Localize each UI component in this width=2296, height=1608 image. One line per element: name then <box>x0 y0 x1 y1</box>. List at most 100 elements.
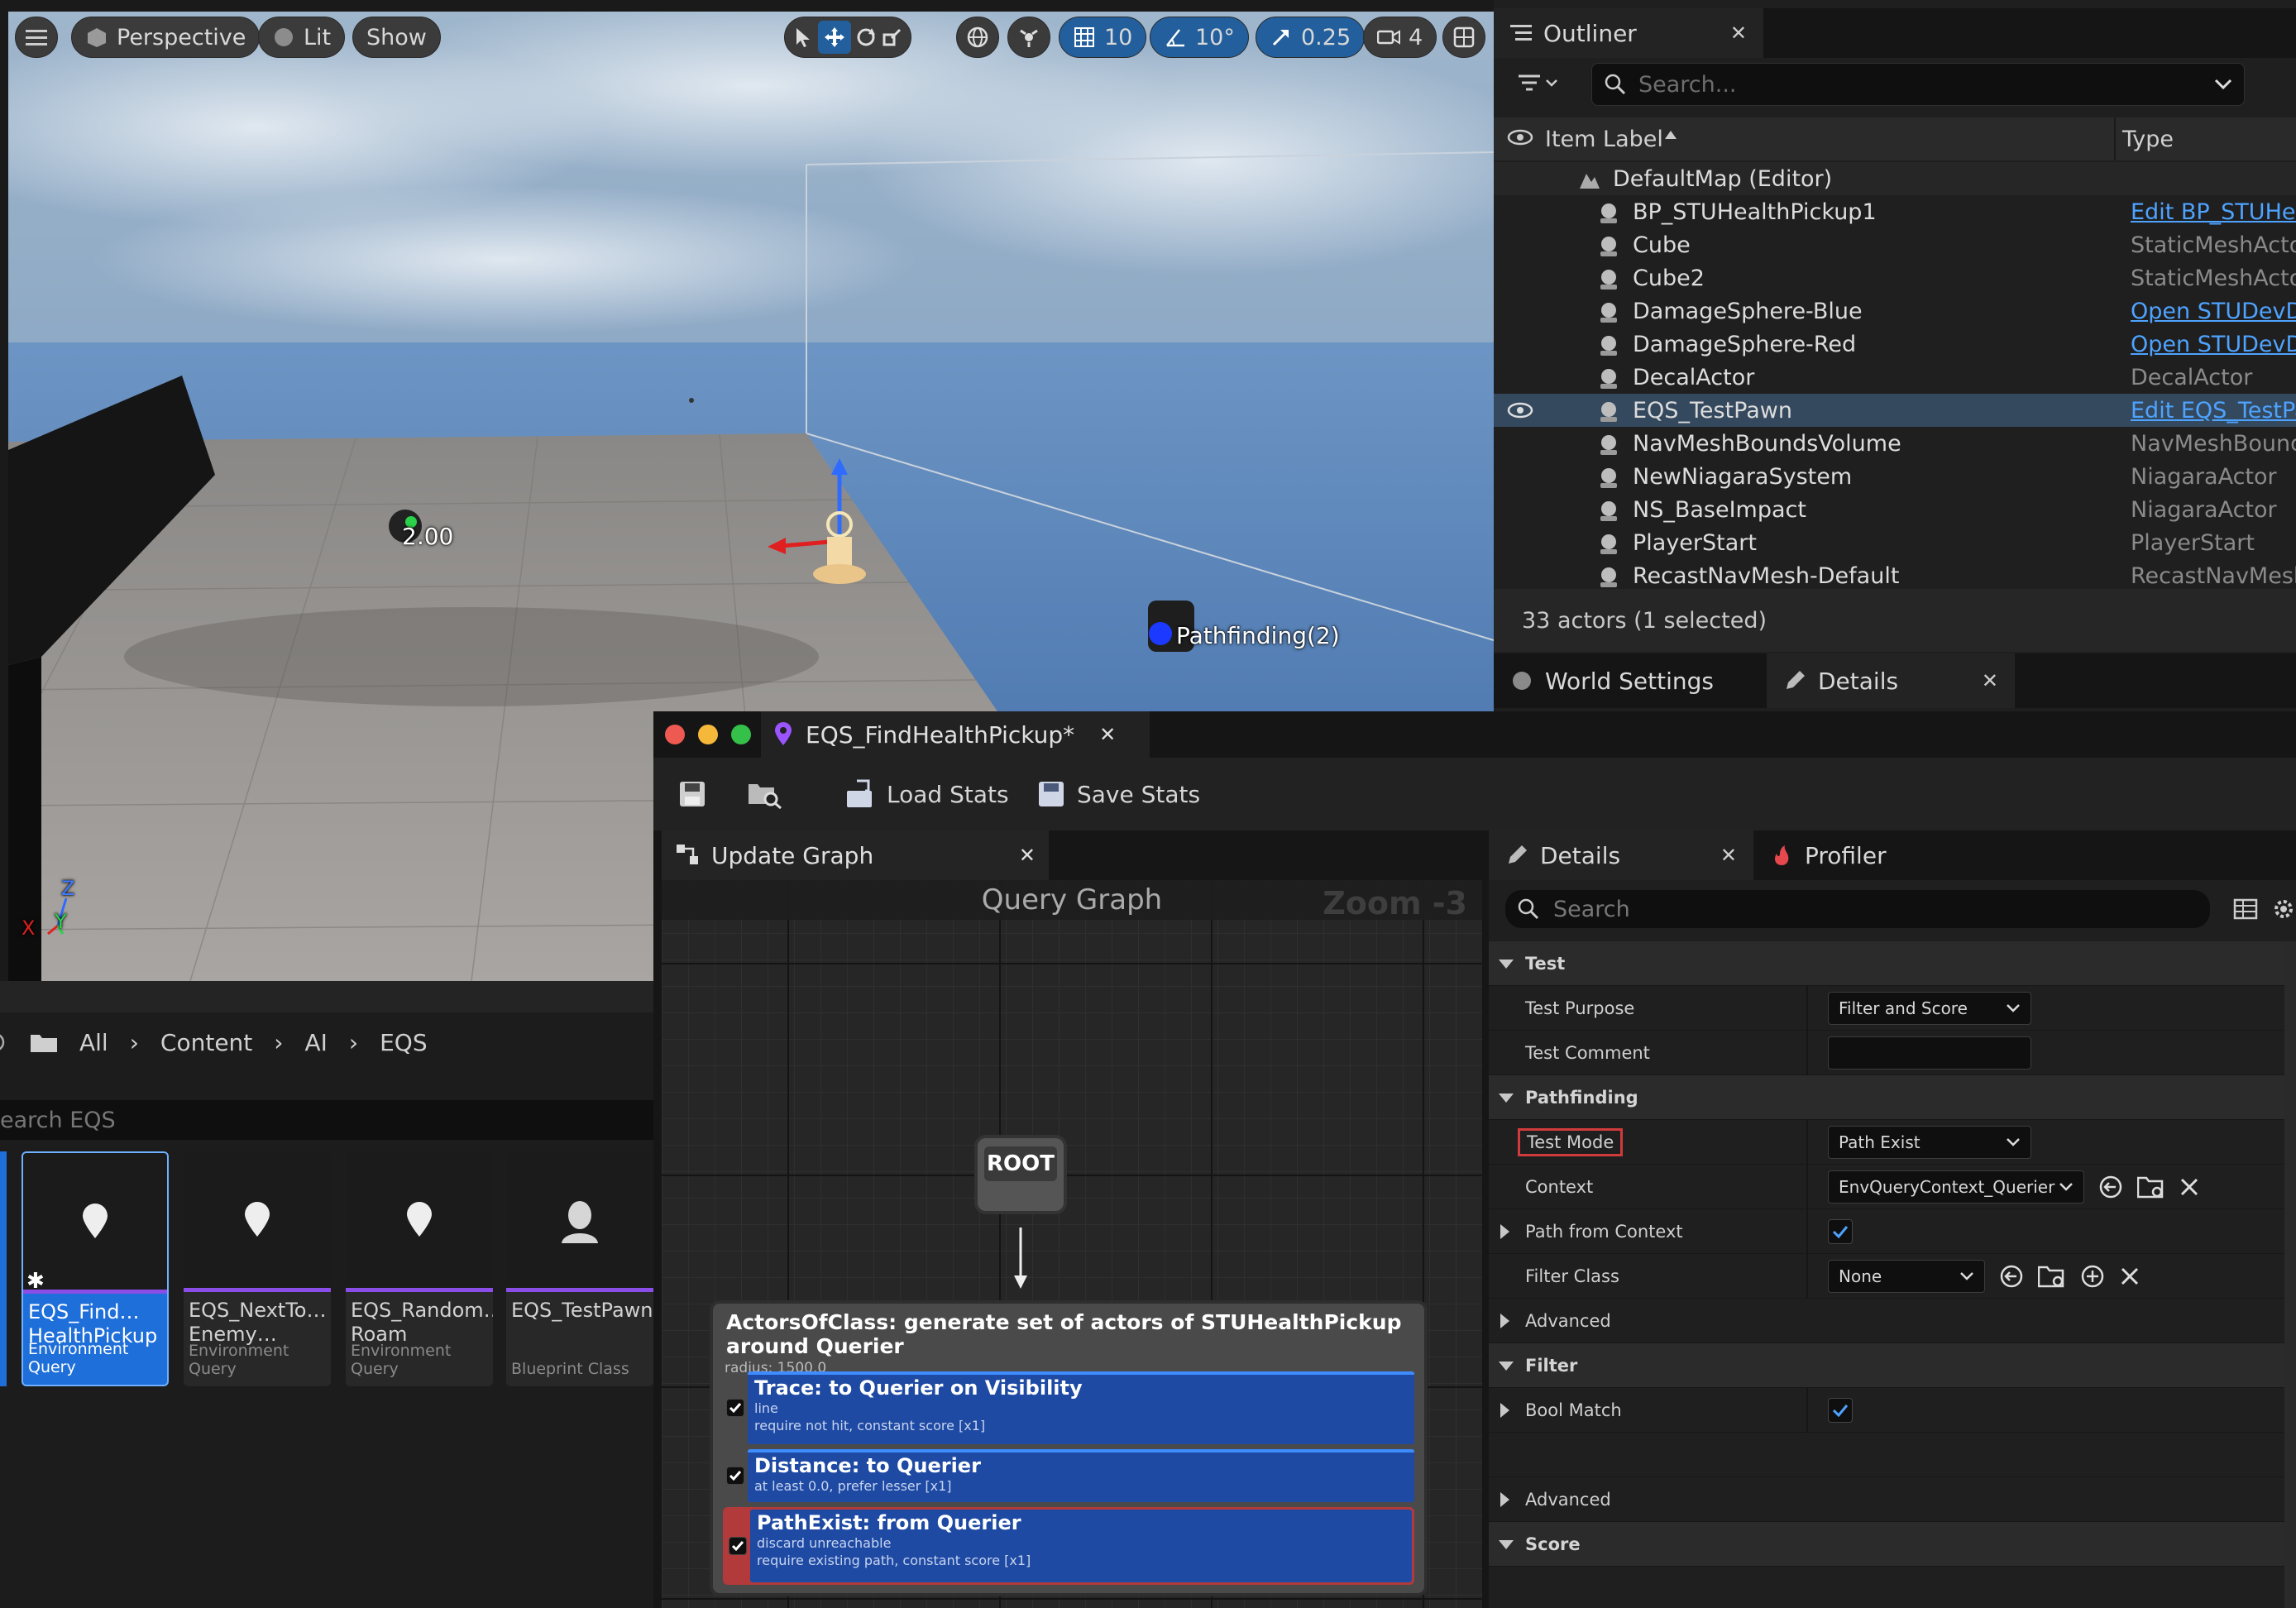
visibility-eye-icon[interactable] <box>1507 127 1533 147</box>
content-search-input[interactable]: earch EQS <box>0 1100 653 1140</box>
context-dropdown[interactable]: EnvQueryContext_Querier <box>1828 1170 2084 1204</box>
outliner-row[interactable]: DamageSphere-Blue Open STUDevDa <box>1494 294 2296 328</box>
table-view-icon[interactable] <box>2233 897 2258 921</box>
outliner-row[interactable]: RecastNavMesh-Default RecastNavMesh <box>1494 559 2296 592</box>
clear-x-icon[interactable] <box>2179 1176 2200 1198</box>
crumb-eqs[interactable]: EQS <box>380 1029 428 1056</box>
test-node-pathexist[interactable]: PathExist: from Querier discard unreacha… <box>723 1507 1414 1585</box>
close-icon[interactable]: ✕ <box>1099 723 1116 746</box>
show-button[interactable]: Show <box>352 17 441 58</box>
asset-tile-eqs-findhealthpickup[interactable]: ✱ EQS_Find… HealthPickup Environment Que… <box>22 1151 169 1386</box>
tab-details-top[interactable]: Details ✕ <box>1767 653 2015 708</box>
asset-tile-partial[interactable] <box>0 1151 7 1386</box>
test-enabled-checkbox[interactable] <box>729 1537 747 1555</box>
outliner-row-type[interactable]: Open STUDevDa <box>2131 299 2296 324</box>
visibility-eye-icon[interactable] <box>1507 400 1533 420</box>
test-comment-input[interactable] <box>1828 1036 2031 1070</box>
filter-icon[interactable] <box>1517 71 1562 96</box>
perspective-button[interactable]: Perspective <box>71 17 261 58</box>
crumb-all[interactable]: All <box>79 1029 108 1056</box>
transform-tools[interactable] <box>784 17 911 58</box>
test-purpose-dropdown[interactable]: Filter and Score <box>1828 991 2031 1025</box>
test-mode-dropdown[interactable]: Path Exist <box>1828 1125 2031 1159</box>
expand-arrow-icon[interactable] <box>1500 1403 1509 1418</box>
camera-speed-button[interactable]: 4 <box>1363 17 1437 58</box>
details-search-input[interactable]: Search <box>1505 890 2210 928</box>
tab-details[interactable]: Details ✕ <box>1489 830 1753 880</box>
select-arrow-icon[interactable] <box>792 26 815 49</box>
prop-advanced-2[interactable]: Advanced <box>1489 1477 2296 1522</box>
gear-icon[interactable] <box>2271 897 2296 921</box>
save-stats-button[interactable]: Save Stats <box>1037 774 1200 814</box>
eqs-document-tab[interactable]: EQS_FindHealthPickup* ✕ <box>761 711 1150 758</box>
test-node-distance[interactable]: Distance: to Querier at least 0.0, prefe… <box>723 1449 1414 1502</box>
test-enabled-checkbox[interactable] <box>726 1467 744 1485</box>
save-icon[interactable] <box>678 774 706 814</box>
load-stats-button[interactable]: Load Stats <box>845 774 1009 814</box>
outliner-row[interactable]: PlayerStart PlayerStart <box>1494 526 2296 559</box>
expand-arrow-icon[interactable] <box>1500 1492 1509 1507</box>
grid-snap-button[interactable]: 10 <box>1059 17 1147 58</box>
world-space-button[interactable] <box>956 17 999 58</box>
path-from-context-checkbox[interactable] <box>1828 1218 1853 1244</box>
minimize-window-button[interactable] <box>698 725 718 744</box>
outliner-row-type[interactable]: Edit EQS_TestPa <box>2131 398 2296 424</box>
outliner-row[interactable]: EQS_TestPawn Edit EQS_TestPa <box>1494 394 2296 427</box>
outliner-row[interactable]: BP_STUHealthPickup1 Edit BP_STUHea <box>1494 195 2296 228</box>
root-node[interactable]: ROOT <box>978 1138 1064 1211</box>
tab-world-settings[interactable]: World Settings <box>1494 653 1767 708</box>
browse-folder-icon[interactable] <box>2137 1174 2165 1200</box>
maximize-window-button[interactable] <box>731 725 751 744</box>
viewport-menu-button[interactable] <box>15 17 58 58</box>
chevron-down-icon[interactable] <box>2214 79 2232 90</box>
outliner-row[interactable]: DamageSphere-Red Open STUDevDa <box>1494 328 2296 361</box>
query-graph-canvas[interactable]: Query Graph Zoom -3 ROOT ActorsOfClass: … <box>662 880 1482 1608</box>
outliner-row[interactable]: DecalActor DecalActor <box>1494 361 2296 394</box>
tab-profiler[interactable]: Profiler <box>1753 830 1935 880</box>
scale-tool-icon[interactable] <box>881 26 904 49</box>
outliner-row[interactable]: NewNiagaraSystem NiagaraActor <box>1494 460 2296 493</box>
rotate-tool-icon[interactable] <box>854 26 878 49</box>
use-selected-icon[interactable] <box>1998 1263 2025 1290</box>
tab-outliner[interactable]: Outliner ✕ <box>1494 8 1763 58</box>
asset-tile-eqs-nexttoenemy[interactable]: EQS_NextTo… Enemy… Environment Query <box>184 1151 331 1386</box>
rotation-snap-button[interactable]: 10° <box>1150 17 1249 58</box>
surface-snap-button[interactable] <box>1007 17 1050 58</box>
category-pathfinding[interactable]: Pathfinding <box>1489 1075 2296 1120</box>
expand-arrow-icon[interactable] <box>1500 1314 1509 1328</box>
close-icon[interactable]: ✕ <box>1019 844 1036 867</box>
test-node-trace[interactable]: Trace: to Querier on Visibility line req… <box>723 1371 1414 1444</box>
outliner-row[interactable]: NavMeshBoundsVolume NavMeshBounds <box>1494 427 2296 460</box>
category-filter[interactable]: Filter <box>1489 1343 2296 1388</box>
add-plus-icon[interactable] <box>2079 1263 2106 1290</box>
outliner-row[interactable]: NS_BaseImpact NiagaraActor <box>1494 493 2296 526</box>
close-window-button[interactable] <box>665 725 685 744</box>
prop-advanced[interactable]: Advanced <box>1489 1299 2296 1343</box>
close-icon[interactable]: ✕ <box>1730 22 1747 45</box>
generator-node[interactable]: ActorsOfClass: generate set of actors of… <box>713 1304 1424 1593</box>
column-type[interactable]: Type <box>2122 127 2174 152</box>
bool-match-checkbox[interactable] <box>1828 1397 1853 1423</box>
tab-update-graph[interactable]: Update Graph ✕ <box>662 830 1049 880</box>
close-icon[interactable]: ✕ <box>1982 669 1998 692</box>
category-score[interactable]: Score <box>1489 1522 2296 1567</box>
outliner-row-type[interactable]: Open STUDevDa <box>2131 332 2296 357</box>
close-icon[interactable]: ✕ <box>1720 844 1737 867</box>
use-selected-icon[interactable] <box>2097 1174 2124 1200</box>
crumb-content[interactable]: Content <box>160 1029 252 1056</box>
clear-x-icon[interactable] <box>2119 1266 2141 1287</box>
asset-tile-eqs-randomroam[interactable]: EQS_Random… Roam Environment Query <box>346 1151 493 1386</box>
category-test[interactable]: Test <box>1489 941 2296 986</box>
move-tool-icon[interactable] <box>818 21 851 54</box>
details-scrollbar[interactable] <box>2284 941 2296 1608</box>
outliner-row-type[interactable]: Edit BP_STUHea <box>2131 199 2296 225</box>
crumb-ai[interactable]: AI <box>304 1029 327 1056</box>
test-enabled-checkbox[interactable] <box>726 1399 744 1417</box>
outliner-row[interactable]: Cube2 StaticMeshActor <box>1494 261 2296 294</box>
column-item-label[interactable]: Item Label <box>1545 127 1663 152</box>
browse-folder-icon[interactable] <box>2038 1263 2066 1290</box>
scale-snap-button[interactable]: 0.25 <box>1256 17 1366 58</box>
expand-arrow-icon[interactable] <box>1500 1224 1509 1239</box>
column-divider[interactable] <box>2114 117 2116 160</box>
viewport-layout-button[interactable] <box>1442 17 1485 58</box>
